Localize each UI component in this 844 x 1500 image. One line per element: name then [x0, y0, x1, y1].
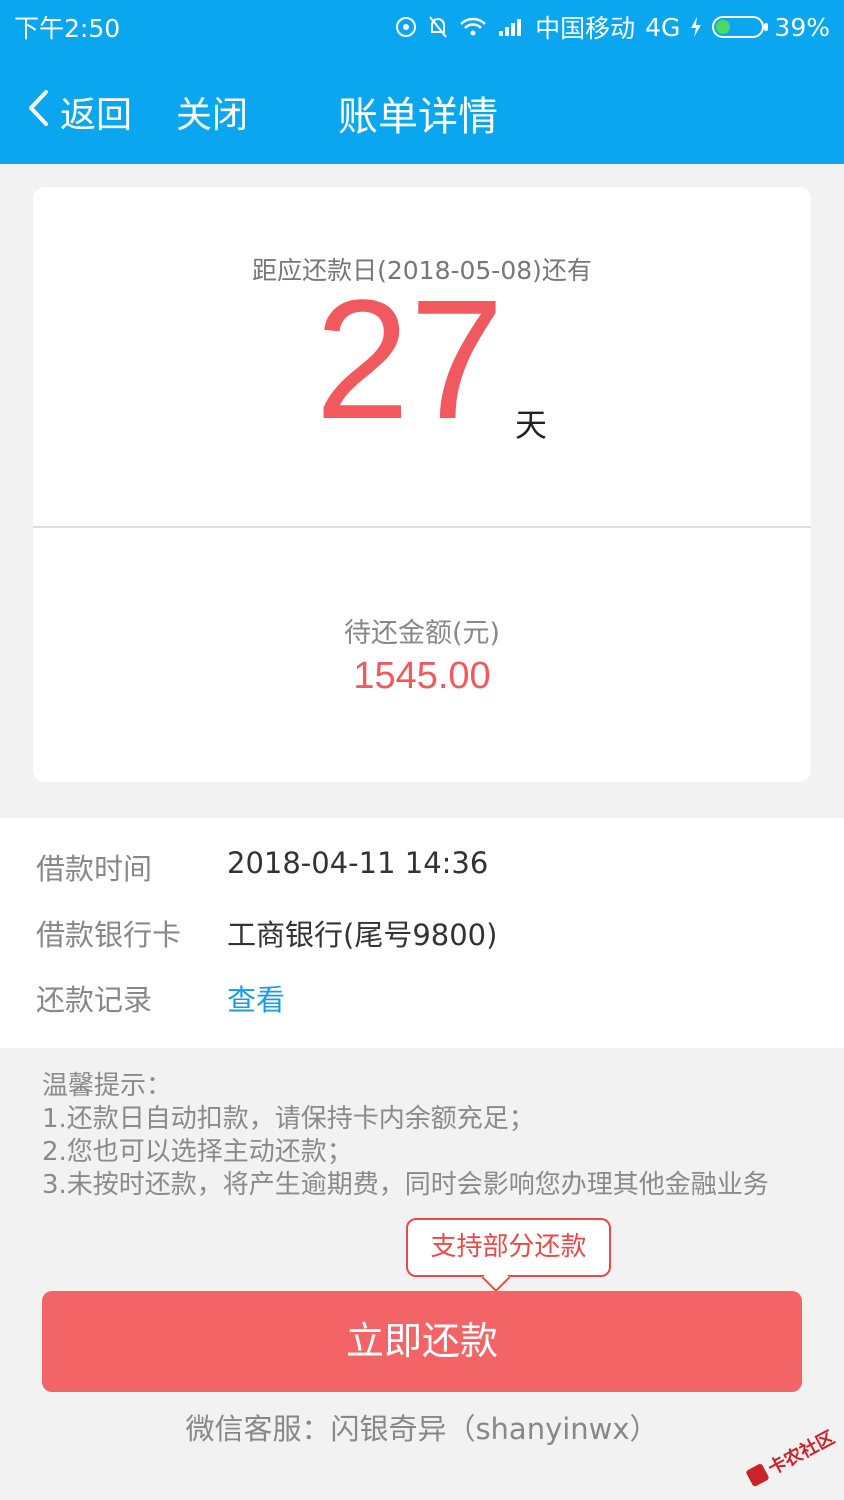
- bubble-tail: [481, 1263, 511, 1293]
- repay-now-button[interactable]: 立即还款: [42, 1291, 802, 1392]
- back-button[interactable]: 返回: [26, 86, 132, 138]
- customer-service-text: 微信客服：闪银奇异（shanyinwx）: [185, 1412, 659, 1446]
- bill-summary-card: 距应还款日(2018-05-08)还有 27 天 待还金额(元) 1545.00: [33, 187, 811, 782]
- detail-value: 工商银行(尾号9800): [227, 918, 498, 952]
- tip-line: 1.还款日自动扣款，请保持卡内余额充足；: [42, 1104, 535, 1134]
- battery-icon: [712, 16, 769, 38]
- detail-row-loan-time: 借款时间 2018-04-11 14:36: [0, 846, 844, 896]
- charging-icon: [690, 16, 702, 38]
- page-title: 账单详情: [338, 94, 498, 140]
- days-unit: 天: [515, 406, 548, 444]
- signal-icon: [497, 17, 525, 37]
- wifi-icon: [459, 16, 487, 38]
- status-icons: 中国移动 4G 39%: [395, 9, 830, 45]
- mute-bell-icon: [427, 15, 449, 39]
- tip-line: 3.未按时还款，将产生逾期费，同时会影响您办理其他金融业务: [42, 1170, 769, 1200]
- nav-bar: 返回 关闭 账单详情: [0, 50, 844, 164]
- loan-details: 借款时间 2018-04-11 14:36 借款银行卡 工商银行(尾号9800)…: [0, 818, 844, 1048]
- carrier-name: 中国移动: [535, 14, 636, 43]
- divider: [33, 526, 811, 528]
- back-label: 返回: [60, 95, 133, 136]
- partial-repayment-badge: 支持部分还款: [406, 1218, 611, 1293]
- status-time: 下午2:50: [14, 14, 121, 43]
- tips-title: 温馨提示：: [42, 1071, 173, 1101]
- tips-section: 温馨提示： 1.还款日自动扣款，请保持卡内余额充足； 2.您也可以选择主动还款；…: [42, 1070, 769, 1202]
- amount-value: 1545.00: [353, 655, 491, 697]
- view-records-link[interactable]: 查看: [227, 977, 285, 1019]
- detail-label: 还款记录: [36, 983, 153, 1017]
- battery-percent: 39%: [774, 12, 830, 42]
- detail-value: 2018-04-11 14:36: [227, 846, 489, 880]
- app-header: 下午2:50 中国移动 4G 39% 返回 关闭 账单详情: [0, 0, 844, 164]
- tip-line: 2.您也可以选择主动还款；: [42, 1137, 353, 1167]
- detail-row-bank-card: 借款银行卡 工商银行(尾号9800): [0, 912, 844, 962]
- amount-label: 待还金额(元): [343, 618, 501, 649]
- detail-row-repayment-records: 还款记录 查看: [0, 977, 844, 1027]
- badge-text: 支持部分还款: [430, 1232, 587, 1262]
- detail-label: 借款时间: [36, 852, 153, 886]
- watermark-mark-icon: [745, 1462, 770, 1488]
- network-type: 4G: [645, 12, 681, 42]
- detail-label: 借款银行卡: [36, 918, 182, 952]
- chevron-left-icon: [26, 89, 50, 136]
- days-remaining: 27: [315, 265, 505, 455]
- hotspot-icon: [395, 16, 417, 38]
- status-bar: 下午2:50 中国移动 4G 39%: [0, 0, 844, 50]
- close-button[interactable]: 关闭: [176, 86, 248, 138]
